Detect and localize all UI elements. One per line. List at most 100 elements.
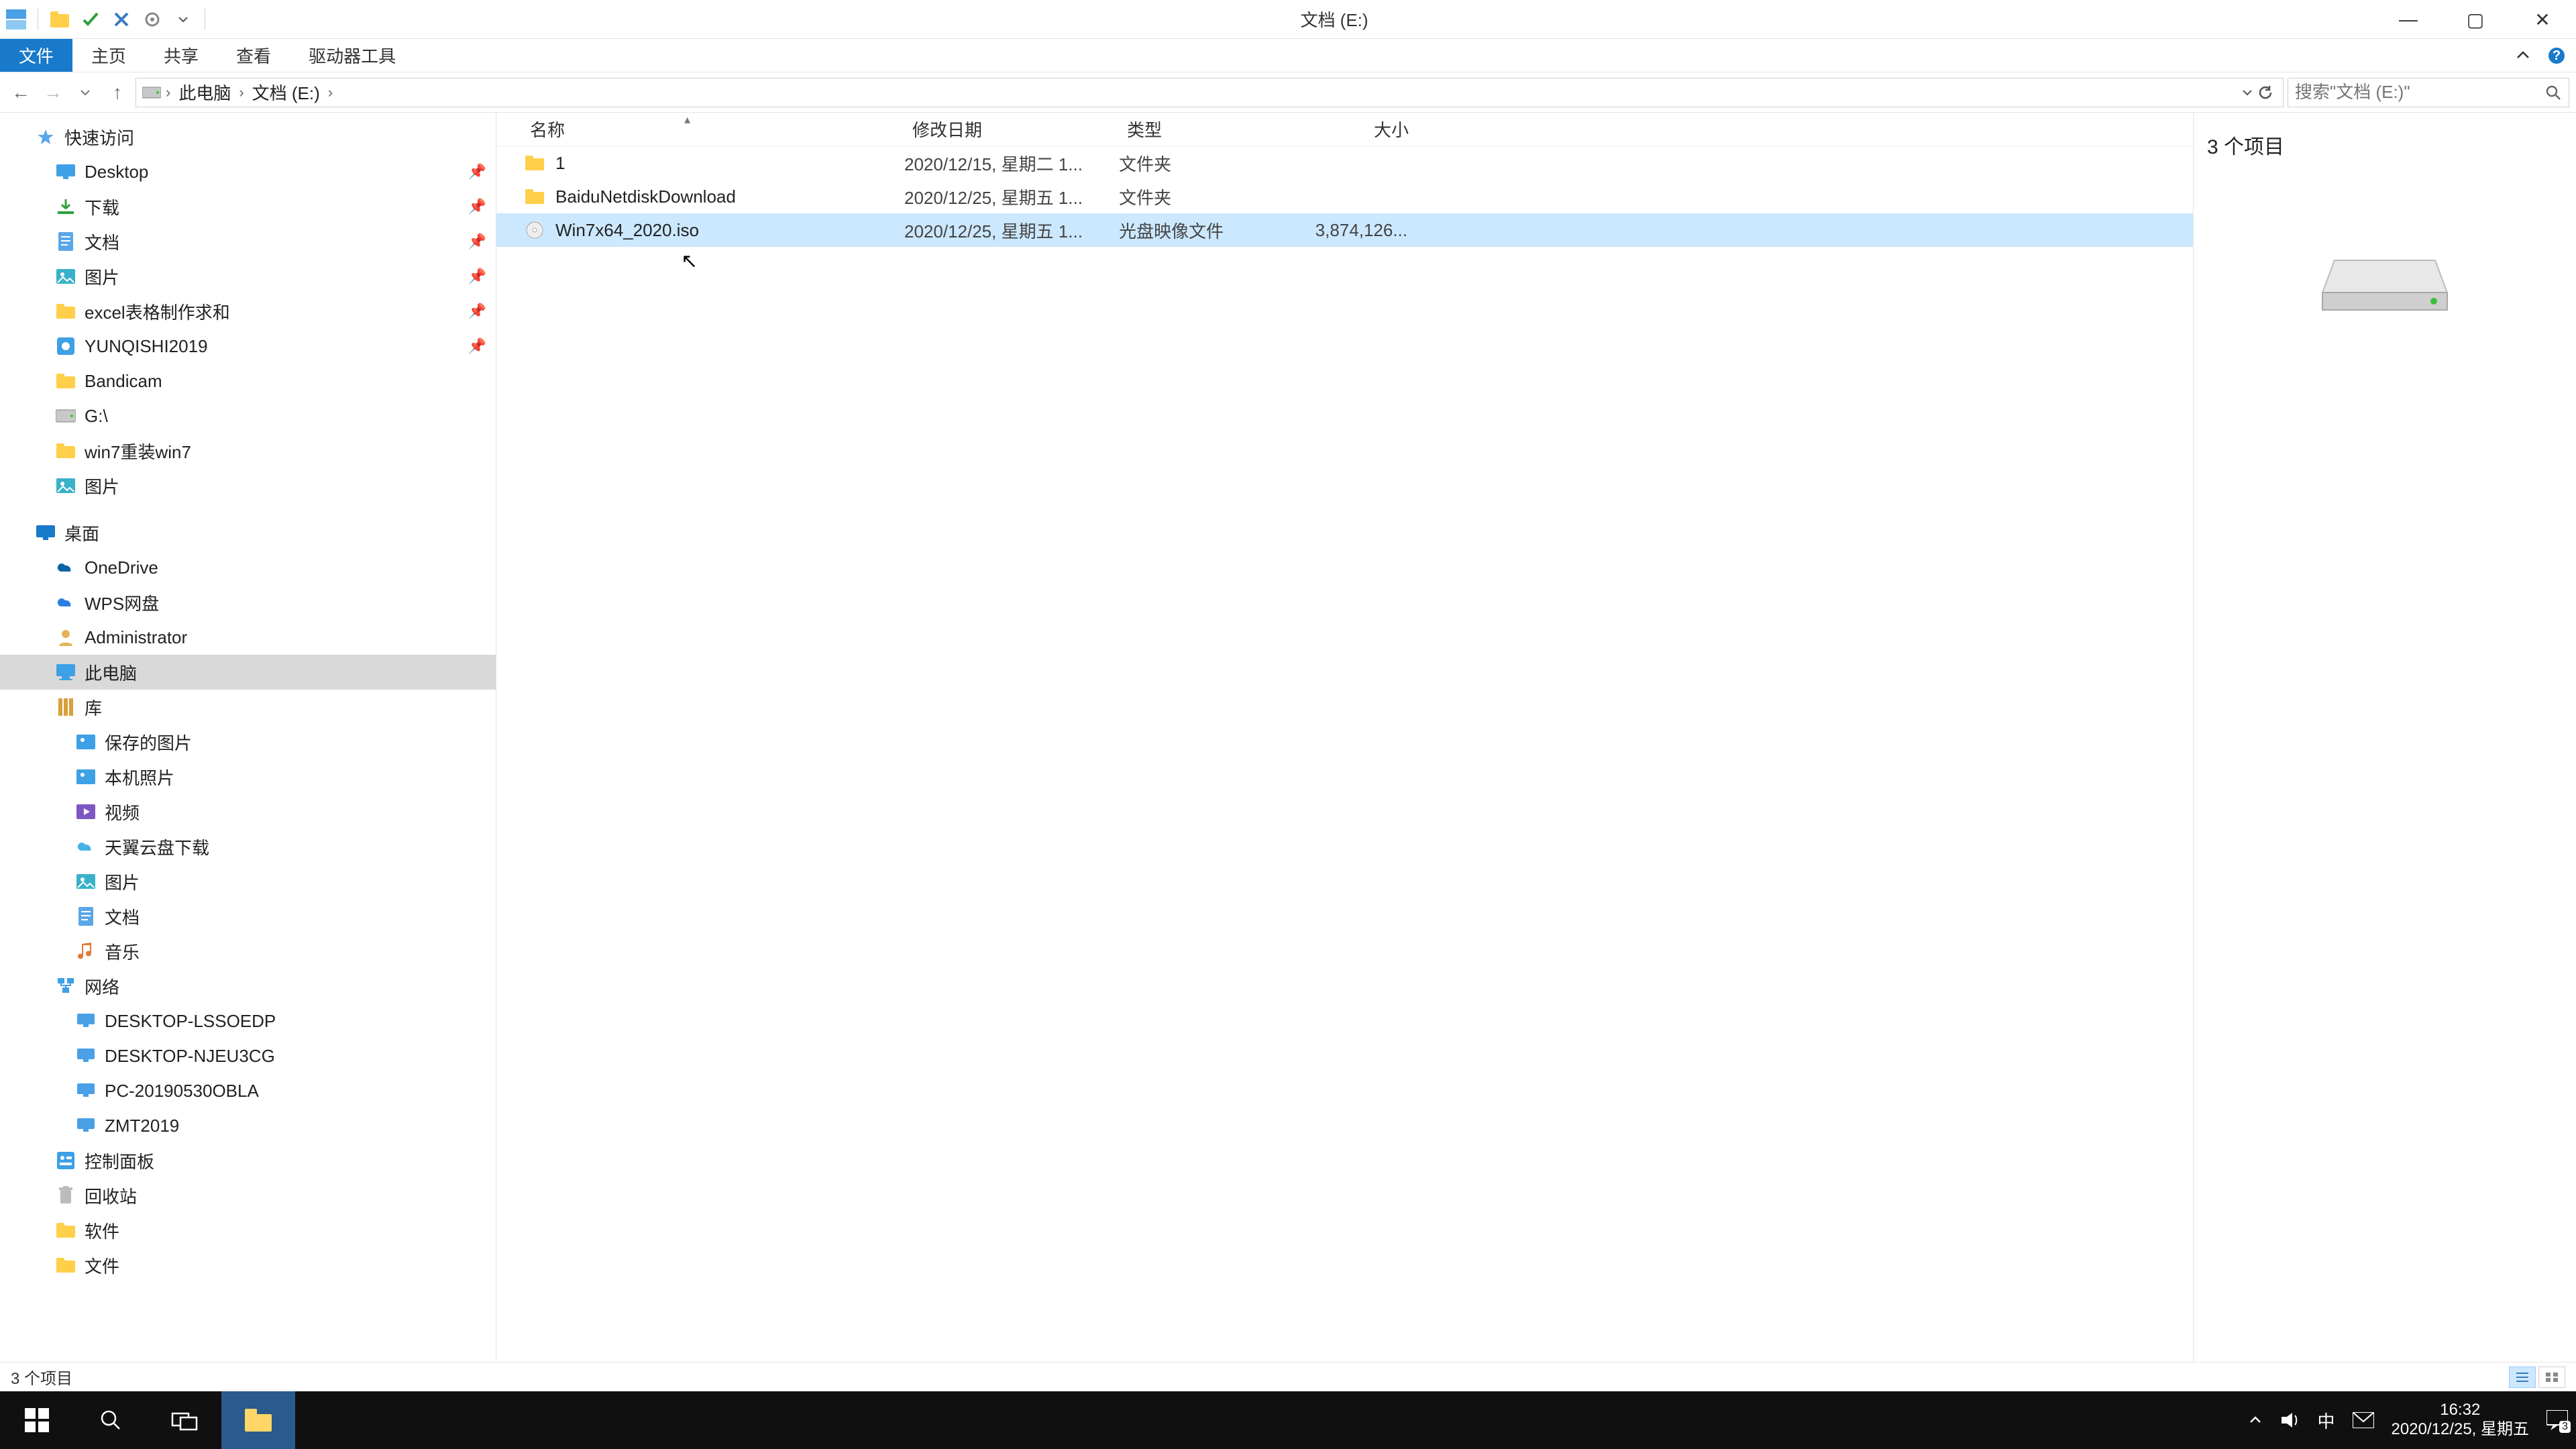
crumb-drive-e[interactable]: 文档 (E:) xyxy=(248,80,324,105)
close-button[interactable]: ✕ xyxy=(2509,0,2576,39)
nav-item[interactable]: YUNQISHI2019📌 xyxy=(0,329,496,364)
expand-ribbon-icon[interactable] xyxy=(2512,44,2534,67)
minimize-button[interactable]: — xyxy=(2375,0,2442,39)
x-icon[interactable] xyxy=(109,7,133,32)
svg-text:?: ? xyxy=(2553,48,2561,63)
volume-icon[interactable] xyxy=(2280,1411,2300,1429)
nav-item[interactable]: 网络 xyxy=(0,969,496,1004)
chevron-down-icon[interactable] xyxy=(2241,87,2253,99)
clock-date: 2020/12/25, 星期五 xyxy=(2392,1420,2529,1440)
file-row[interactable]: 12020/12/15, 星期二 1...文件夹 xyxy=(496,146,2193,180)
gear-icon[interactable] xyxy=(140,7,164,32)
search-icon[interactable] xyxy=(2544,84,2562,101)
up-button[interactable]: ↑ xyxy=(103,78,131,107)
nav-item[interactable]: 下载📌 xyxy=(0,189,496,224)
taskview-button[interactable] xyxy=(148,1391,221,1449)
recent-dropdown[interactable] xyxy=(71,78,99,107)
nav-item[interactable]: DESKTOP-LSSOEDP xyxy=(0,1004,496,1038)
nav-item[interactable]: 图片 xyxy=(0,864,496,899)
nav-item[interactable]: Bandicam xyxy=(0,364,496,398)
nav-item[interactable]: OneDrive xyxy=(0,550,496,585)
nav-item[interactable]: 回收站 xyxy=(0,1178,496,1213)
pics-icon xyxy=(54,264,78,288)
explorer-task-button[interactable] xyxy=(221,1391,295,1449)
nav-item[interactable]: ZMT2019 xyxy=(0,1108,496,1143)
tab-drive-tools[interactable]: 驱动器工具 xyxy=(290,39,415,72)
music-icon xyxy=(74,939,98,963)
mail-icon[interactable] xyxy=(2353,1412,2374,1428)
explorer-window: 管理 文档 (E:) — ▢ ✕ 文件 主页 共享 查看 驱动器工具 ? ← →… xyxy=(0,0,2576,1391)
ribbon-tabs: 文件 主页 共享 查看 驱动器工具 ? xyxy=(0,39,2576,72)
crumb-this-pc[interactable]: 此电脑 xyxy=(174,80,235,105)
nav-label: Administrator xyxy=(85,627,187,648)
start-button[interactable] xyxy=(0,1391,74,1449)
tab-share[interactable]: 共享 xyxy=(145,39,217,72)
nav-item[interactable]: 本机照片 xyxy=(0,759,496,794)
check-icon[interactable] xyxy=(78,7,103,32)
nav-item[interactable]: 文件 xyxy=(0,1248,496,1283)
systray: 中 16:32 2020/12/25, 星期五 3 xyxy=(2240,1401,2576,1440)
col-date[interactable]: 修改日期 xyxy=(906,117,1120,142)
nav-item[interactable]: 音乐 xyxy=(0,934,496,969)
nav-item[interactable]: 图片📌 xyxy=(0,259,496,294)
nav-item[interactable]: 桌面 xyxy=(0,515,496,550)
nav-item[interactable]: 软件 xyxy=(0,1213,496,1248)
nav-item[interactable]: 文档 xyxy=(0,899,496,934)
search-button[interactable] xyxy=(74,1391,148,1449)
dropdown-icon[interactable] xyxy=(171,7,195,32)
nav-item[interactable]: 图片 xyxy=(0,468,496,503)
nav-item[interactable]: 保存的图片 xyxy=(0,724,496,759)
nav-item[interactable]: 控制面板 xyxy=(0,1143,496,1178)
chevron-right-icon[interactable]: › xyxy=(164,84,172,101)
nav-item[interactable]: 文档📌 xyxy=(0,224,496,259)
nav-label: 天翼云盘下载 xyxy=(105,835,209,859)
folder-icon xyxy=(54,1253,78,1277)
chevron-right-icon[interactable]: › xyxy=(237,84,245,101)
pin-icon: 📌 xyxy=(468,163,486,180)
ime-indicator[interactable]: 中 xyxy=(2318,1408,2335,1433)
view-large-button[interactable] xyxy=(2538,1366,2565,1388)
nav-item[interactable]: DESKTOP-NJEU3CG xyxy=(0,1038,496,1073)
nav-item[interactable]: 快速访问 xyxy=(0,119,496,154)
nav-item[interactable]: PC-20190530OBLA xyxy=(0,1073,496,1108)
file-row[interactable]: Win7x64_2020.iso2020/12/25, 星期五 1...光盘映像… xyxy=(496,213,2193,247)
refresh-icon[interactable] xyxy=(2257,85,2273,101)
pics-icon xyxy=(74,869,98,894)
clock[interactable]: 16:32 2020/12/25, 星期五 xyxy=(2392,1401,2529,1440)
nav-item[interactable]: excel表格制作求和📌 xyxy=(0,294,496,329)
forward-button[interactable]: → xyxy=(39,78,67,107)
nav-item[interactable]: Administrator xyxy=(0,620,496,655)
nav-item[interactable]: 视频 xyxy=(0,794,496,829)
help-icon[interactable]: ? xyxy=(2545,44,2568,67)
nav-item[interactable]: WPS网盘 xyxy=(0,585,496,620)
nav-item[interactable]: Desktop📌 xyxy=(0,154,496,189)
column-headers: 名称▴ 修改日期 类型 大小 xyxy=(496,113,2193,146)
file-name: 1 xyxy=(555,153,904,174)
folder-icon xyxy=(523,185,546,208)
nav-item[interactable]: 此电脑 xyxy=(0,655,496,690)
tab-view[interactable]: 查看 xyxy=(217,39,290,72)
maximize-button[interactable]: ▢ xyxy=(2442,0,2509,39)
search-input[interactable] xyxy=(2295,82,2539,103)
col-size[interactable]: 大小 xyxy=(1301,117,1415,142)
chevron-right-icon[interactable]: › xyxy=(327,84,334,101)
search-box[interactable] xyxy=(2288,78,2569,107)
folder-icon[interactable] xyxy=(48,7,72,32)
nav-item[interactable]: win7重装win7 xyxy=(0,433,496,468)
col-type[interactable]: 类型 xyxy=(1120,117,1301,142)
nav-label: 下载 xyxy=(85,195,119,219)
tab-home[interactable]: 主页 xyxy=(72,39,145,72)
back-button[interactable]: ← xyxy=(7,78,35,107)
file-type: 光盘映像文件 xyxy=(1119,218,1300,243)
nav-item[interactable]: 天翼云盘下载 xyxy=(0,829,496,864)
action-center-icon[interactable]: 3 xyxy=(2546,1410,2568,1430)
breadcrumb[interactable]: › 此电脑 › 文档 (E:) › xyxy=(136,78,2284,107)
view-details-button[interactable] xyxy=(2509,1366,2536,1388)
nav-item[interactable]: 库 xyxy=(0,690,496,724)
recycle-icon xyxy=(54,1183,78,1208)
col-name[interactable]: 名称▴ xyxy=(523,117,906,142)
nav-item[interactable]: G:\ xyxy=(0,398,496,433)
tab-file[interactable]: 文件 xyxy=(0,39,72,72)
tray-overflow-icon[interactable] xyxy=(2248,1413,2263,1428)
file-row[interactable]: BaiduNetdiskDownload2020/12/25, 星期五 1...… xyxy=(496,180,2193,213)
